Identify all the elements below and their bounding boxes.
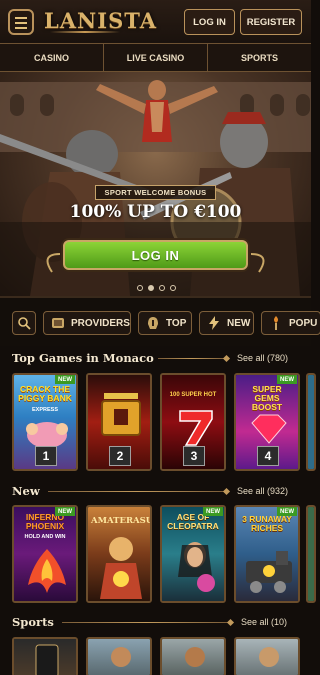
game-tile-partial[interactable] bbox=[306, 505, 316, 603]
login-button[interactable]: LOG IN bbox=[184, 9, 235, 35]
filter-top-label: TOP bbox=[166, 317, 187, 329]
hero-login-button[interactable]: LOG IN bbox=[63, 240, 248, 270]
sports-tile[interactable] bbox=[234, 637, 300, 675]
carousel-dot[interactable] bbox=[137, 285, 143, 291]
torch-icon bbox=[274, 316, 278, 330]
game-tile-partial[interactable] bbox=[306, 373, 316, 471]
phoenix-icon bbox=[28, 549, 66, 593]
carousel-dot[interactable] bbox=[170, 285, 176, 291]
section-divider bbox=[62, 622, 230, 623]
section-title-new: New bbox=[12, 484, 40, 498]
tab-casino[interactable]: CASINO bbox=[0, 44, 104, 71]
filter-new-label: NEW bbox=[227, 317, 251, 329]
filter-providers-label: PROVIDERS bbox=[71, 317, 130, 329]
hero-banner[interactable]: SPORT WELCOME BONUS 100% UP TO €100 LOG … bbox=[0, 72, 311, 296]
new-badge: NEW bbox=[55, 375, 75, 384]
game-tile-super-gems-boost[interactable]: SUPER GEMS BOOST NEW 4 bbox=[234, 373, 300, 471]
gladiator-avatar bbox=[259, 647, 279, 667]
gladiator-avatar bbox=[111, 647, 131, 667]
game-title: 100 SUPER HOT bbox=[169, 392, 217, 398]
search-icon bbox=[18, 317, 31, 330]
phone-icon bbox=[35, 644, 59, 675]
game-tile-crack-the-piggy-bank[interactable]: CRACK THE PIGGY BANK EXPRESS NEW 1 bbox=[12, 373, 78, 471]
filter-popular-label: POPU bbox=[289, 317, 318, 329]
seven-icon bbox=[179, 410, 213, 446]
section-divider bbox=[48, 491, 226, 492]
see-all-top-games[interactable]: See all (780) bbox=[237, 353, 288, 363]
carousel-dot[interactable] bbox=[159, 285, 165, 291]
sports-tile[interactable] bbox=[86, 637, 152, 675]
game-tile-3-runaway-riches[interactable]: 3 RUNAWAY RICHES NEW bbox=[234, 505, 300, 603]
sports-tile[interactable] bbox=[12, 637, 78, 675]
helmet-icon bbox=[148, 317, 158, 329]
rank-badge: 3 bbox=[183, 446, 205, 466]
game-subtitle: HOLD AND WIN bbox=[24, 534, 66, 540]
filter-top[interactable]: TOP bbox=[138, 311, 192, 335]
filter-popular[interactable]: POPU bbox=[261, 311, 320, 335]
rank-badge: 2 bbox=[109, 446, 131, 466]
header: LANISTA LOG IN REGISTER bbox=[0, 0, 311, 44]
game-tile-amaterasu[interactable]: AMATERASU bbox=[86, 505, 152, 603]
see-all-new[interactable]: See all (932) bbox=[237, 486, 288, 496]
game-title: CRACK THE PIGGY BANK bbox=[18, 384, 72, 403]
gladiator-avatar bbox=[185, 647, 205, 667]
rank-badge: 1 bbox=[35, 446, 57, 466]
hamburger-menu-icon[interactable] bbox=[8, 9, 34, 35]
new-badge: NEW bbox=[277, 375, 297, 384]
rank-badge: 4 bbox=[257, 446, 279, 466]
lightning-icon bbox=[209, 316, 219, 330]
game-tile-golden-chest[interactable]: 2 bbox=[86, 373, 152, 471]
game-title: AMATERASU bbox=[91, 516, 152, 526]
sports-tile[interactable] bbox=[160, 637, 226, 675]
game-art bbox=[178, 542, 215, 592]
section-title-top-games: Top Games in Monaco bbox=[12, 351, 154, 365]
register-button[interactable]: REGISTER bbox=[240, 9, 302, 35]
game-art bbox=[26, 422, 68, 448]
see-all-sports[interactable]: See all (10) bbox=[241, 617, 287, 627]
bonus-amount: 100% UP TO €100 bbox=[69, 202, 242, 222]
carousel-dot-active[interactable] bbox=[148, 285, 154, 291]
game-art bbox=[100, 537, 142, 599]
game-art bbox=[101, 393, 141, 436]
game-tile-age-of-cleopatra[interactable]: AGE OF CLEOPATRA NEW bbox=[160, 505, 226, 603]
game-subtitle: EXPRESS bbox=[32, 407, 58, 413]
tab-live-casino[interactable]: LIVE CASINO bbox=[104, 44, 208, 71]
carousel-dots bbox=[137, 285, 176, 291]
gem-icon bbox=[251, 414, 287, 444]
tab-sports[interactable]: SPORTS bbox=[208, 44, 311, 71]
bonus-label: SPORT WELCOME BONUS bbox=[95, 185, 216, 200]
game-title: SUPER GEMS BOOST bbox=[251, 384, 283, 412]
main-nav: CASINO LIVE CASINO SPORTS bbox=[0, 44, 311, 72]
new-badge: NEW bbox=[277, 507, 297, 516]
new-badge: NEW bbox=[203, 507, 223, 516]
filter-new[interactable]: NEW bbox=[199, 311, 254, 335]
logo[interactable]: LANISTA bbox=[44, 8, 157, 33]
section-title-sports: Sports bbox=[12, 615, 54, 629]
new-badge: NEW bbox=[55, 507, 75, 516]
section-divider bbox=[158, 358, 226, 359]
logo-sword-decoration bbox=[50, 31, 120, 33]
filter-providers[interactable]: PROVIDERS bbox=[43, 311, 131, 335]
game-tile-inferno-phoenix[interactable]: INFERNO PHOENIX HOLD AND WIN NEW bbox=[12, 505, 78, 603]
game-title: 3 RUNAWAY RICHES bbox=[242, 514, 292, 533]
scroll-icon bbox=[52, 318, 64, 328]
filter-bar: PROVIDERS TOP NEW POPU bbox=[0, 296, 320, 346]
search-button[interactable] bbox=[12, 311, 36, 335]
game-tile-100-super-hot[interactable]: 100 SUPER HOT 3 bbox=[160, 373, 226, 471]
train-icon bbox=[246, 551, 292, 593]
